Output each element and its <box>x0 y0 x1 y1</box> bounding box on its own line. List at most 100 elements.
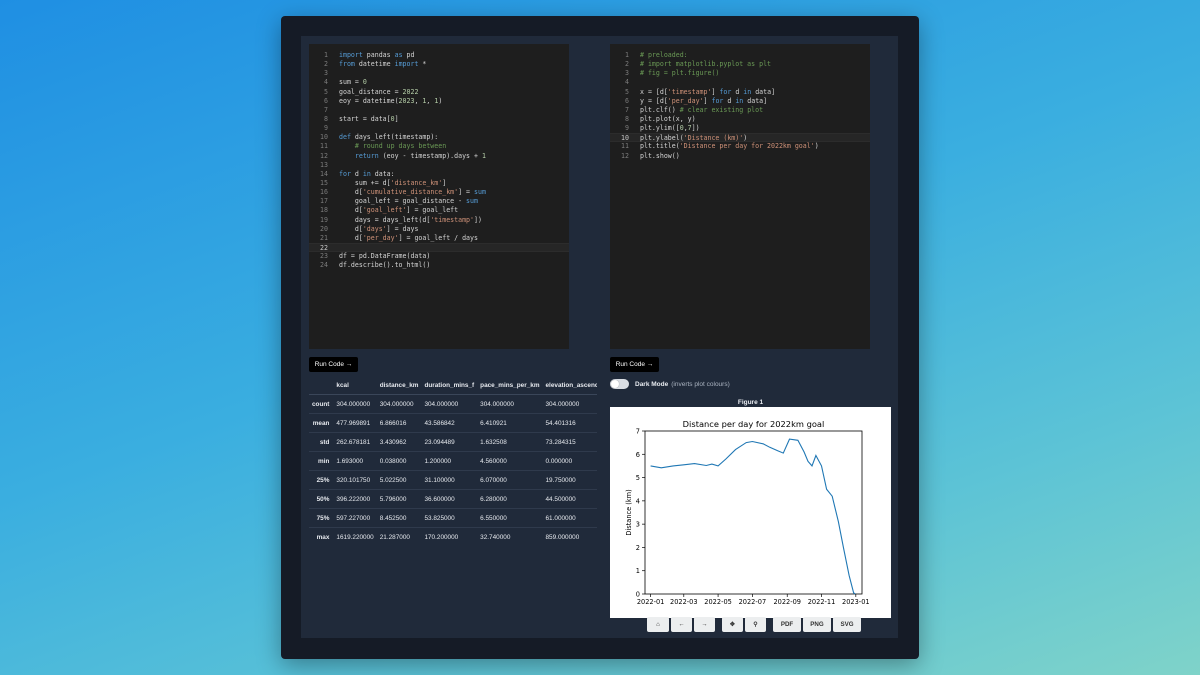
code-line: 20 d['days'] = days <box>309 225 569 234</box>
code-line: 11 # round up days between <box>309 142 569 151</box>
table-cell: 262.678181 <box>333 432 377 452</box>
table-cell: 0.000000 <box>542 451 597 471</box>
code-token: 1 <box>481 151 486 160</box>
corner-cell <box>309 376 334 395</box>
table-cell: 1.693000 <box>333 451 377 471</box>
table-cell: 1619.220000 <box>333 527 377 546</box>
y-tick-label: 6 <box>636 451 640 459</box>
table-header-row: kcal distance_km duration_mins_f pace_mins_… <box>309 376 597 395</box>
table-row: mean 477.969891 6.866016 43.586842 6.410921 5… <box>309 413 597 433</box>
forward-icon[interactable]: → <box>694 617 715 632</box>
code-token: plt.ylim([ <box>640 124 680 133</box>
table-row: 50% 396.222000 5.796000 36.600000 6.280000 44… <box>309 489 597 509</box>
dark-mode-toggle[interactable] <box>610 379 629 389</box>
code-token: 'Distance per day for 2022km goal' <box>679 142 815 151</box>
code-token: 'per_day' <box>667 96 704 105</box>
plot-figure: Distance per day for 2022km goal 0 1 2 3 4 5 6 7… <box>610 407 891 618</box>
code-token: # import matplotlib.pyplot as plt <box>640 60 772 69</box>
dark-mode-hint: (inverts plot colours) <box>671 380 730 388</box>
table-cell: 43.586842 <box>421 413 478 433</box>
line-number: 14 <box>320 169 328 178</box>
export-pdf-button[interactable]: PDF <box>773 617 801 632</box>
line-number: 16 <box>320 188 328 197</box>
code-text: d['days'] = days <box>339 224 419 234</box>
code-token: ) <box>438 96 443 105</box>
code-token: for <box>719 87 732 96</box>
code-token: y = [d[ <box>640 96 668 105</box>
table-cell: 36.600000 <box>421 489 478 509</box>
x-tick-label: 2022-01 <box>637 598 665 606</box>
table-row: max 1619.220000 21.287000 170.200000 32.7400… <box>309 527 597 546</box>
line-number: 5 <box>625 87 629 96</box>
run-code-button-right[interactable]: Run Code → <box>610 357 659 372</box>
code-token: d <box>350 169 363 178</box>
code-text: goal_distance = 2022 <box>339 88 418 97</box>
code-line: 4 sum = 0 <box>309 78 569 87</box>
export-svg-button[interactable]: SVG <box>833 617 861 632</box>
line-number: 2 <box>324 60 328 69</box>
code-token: return <box>354 151 379 160</box>
code-text: eoy = datetime(2023, 1, 1) <box>339 97 442 106</box>
code-token: d[ <box>339 233 363 242</box>
chart-title: Distance per day for 2022km goal <box>683 419 825 429</box>
code-text: plt.title('Distance per day for 2022km g… <box>640 142 819 151</box>
x-tick-label: 2022-07 <box>739 598 767 606</box>
line-number: 11 <box>320 142 328 151</box>
code-text: # round up days between <box>339 142 446 151</box>
code-token: goal_distance = <box>339 87 403 96</box>
code-line: 7 <box>309 106 569 115</box>
python-code-editor[interactable]: 1 import pandas as pd 2 from datetime impor… <box>309 44 569 349</box>
code-line: 13 <box>309 161 569 170</box>
code-token: (eoy - timestamp).days + <box>378 151 482 160</box>
zoom-icon[interactable]: ⚲ <box>745 617 766 632</box>
line-number: 3 <box>625 69 629 78</box>
code-text: from datetime import * <box>339 60 426 69</box>
code-text: goal_left = goal_distance - sum <box>339 197 478 206</box>
table-cell: 597.227000 <box>333 508 377 528</box>
run-code-button-left[interactable]: Run Code → <box>309 357 358 372</box>
pan-icon[interactable]: ✥ <box>722 617 743 632</box>
plot-code-editor[interactable]: 1 # preloaded: 2 # import matplotlib.pyplot… <box>610 44 870 349</box>
code-token: pd <box>402 51 415 59</box>
code-token: datetime <box>354 60 395 69</box>
code-line: 8 start = data[0] <box>309 115 569 124</box>
code-text: plt.show() <box>640 152 680 161</box>
line-number: 9 <box>324 124 328 133</box>
code-line: 12 plt.show() <box>610 152 870 161</box>
line-number: 6 <box>625 96 629 105</box>
table-cell: 304.000000 <box>421 394 478 414</box>
row-label: std <box>309 432 334 452</box>
code-token: pandas <box>362 51 395 59</box>
code-token: # fig = plt.figure() <box>640 69 720 78</box>
x-tick-label: 2022-03 <box>670 598 698 606</box>
row-label: mean <box>309 413 334 433</box>
code-token: d[ <box>339 224 363 233</box>
code-token: def <box>339 133 351 142</box>
export-png-button[interactable]: PNG <box>803 617 831 632</box>
dark-mode-row: Dark Mode (inverts plot colours) <box>610 378 730 390</box>
table-cell: 1.632508 <box>477 432 543 452</box>
code-line: 10 def days_left(timestamp): <box>309 133 569 142</box>
code-text: plt.plot(x, y) <box>640 115 696 124</box>
line-number: 10 <box>320 133 328 142</box>
y-tick-label: 4 <box>636 497 640 505</box>
line-number: 21 <box>320 233 328 242</box>
code-token: for <box>339 169 351 178</box>
x-tick-label: 2022-05 <box>704 598 732 606</box>
code-text: # preloaded: <box>640 51 688 60</box>
y-tick-label: 1 <box>636 567 640 575</box>
code-token: 2023 <box>398 96 415 105</box>
code-token: in <box>362 169 371 178</box>
code-token: plt.show() <box>640 151 680 160</box>
code-text: return (eoy - timestamp).days + 1 <box>339 152 486 161</box>
describe-output-table: kcal distance_km duration_mins_f pace_mins_… <box>309 376 597 546</box>
back-icon[interactable]: ← <box>671 617 692 632</box>
code-text: # import matplotlib.pyplot as plt <box>640 60 771 69</box>
plot-toolbar: ⌂ ← → ✥ ⚲ PDF PNG SVG <box>647 617 861 633</box>
table-cell: 304.000000 <box>477 394 543 414</box>
code-line: 17 goal_left = goal_distance - sum <box>309 197 569 206</box>
code-text: sum += d['distance_km'] <box>339 179 446 188</box>
code-line: 24 df.describe().to_html() <box>309 261 569 270</box>
table-cell: 5.022500 <box>376 470 422 490</box>
home-icon[interactable]: ⌂ <box>647 617 669 632</box>
